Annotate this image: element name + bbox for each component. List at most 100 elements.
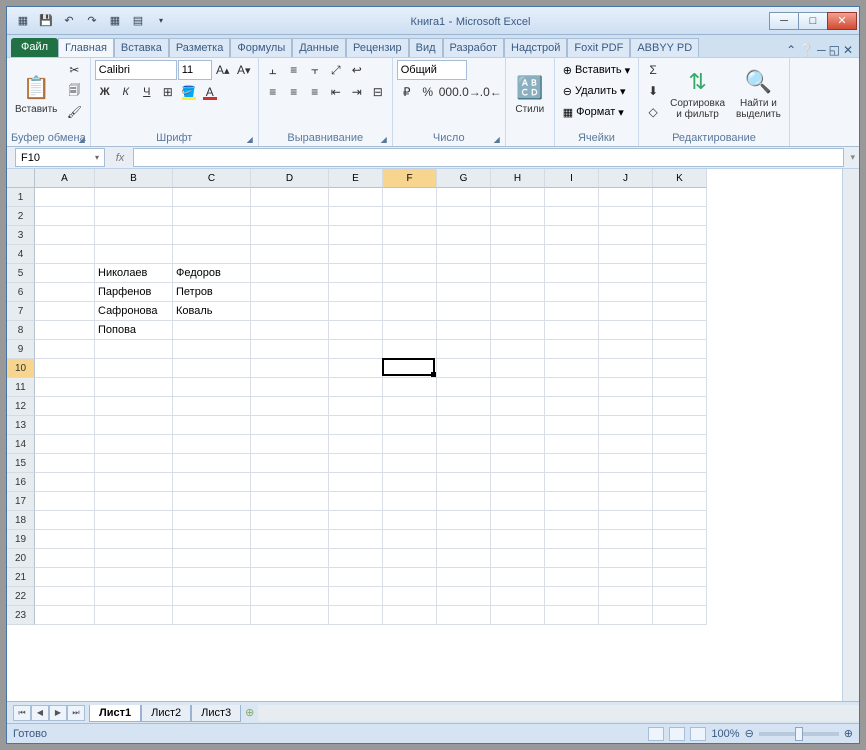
cell[interactable] [545,454,599,473]
cell[interactable] [653,378,707,397]
cell[interactable] [329,264,383,283]
cell[interactable] [599,302,653,321]
paste-button[interactable]: 📋 Вставить [11,60,61,126]
cell[interactable] [35,207,95,226]
cell[interactable] [545,606,599,625]
cell[interactable] [599,264,653,283]
cell[interactable] [653,321,707,340]
align-bottom-button[interactable]: ⫟ [305,60,325,80]
cell[interactable] [35,226,95,245]
cell[interactable] [251,435,329,454]
cell[interactable] [599,340,653,359]
cell[interactable] [383,416,437,435]
cell[interactable] [437,302,491,321]
cell[interactable] [95,549,173,568]
cell[interactable] [251,511,329,530]
cell[interactable] [383,207,437,226]
cell[interactable]: Николаев [95,264,173,283]
cell[interactable] [491,454,545,473]
row-header[interactable]: 19 [7,530,35,549]
cell[interactable] [437,359,491,378]
cell[interactable]: Петров [173,283,251,302]
launcher-icon[interactable]: ◢ [79,135,85,144]
cell[interactable] [329,397,383,416]
expand-formula-bar-icon[interactable]: ▾ [850,152,855,163]
cell[interactable] [437,587,491,606]
cell[interactable] [329,549,383,568]
cell[interactable] [599,416,653,435]
cell[interactable] [653,302,707,321]
cell[interactable] [491,587,545,606]
cell[interactable] [653,283,707,302]
sheet-nav-prev[interactable]: ◀ [31,705,49,721]
cell[interactable] [173,473,251,492]
cell[interactable] [251,321,329,340]
doc-restore-icon[interactable]: ◱ [829,43,840,57]
cell[interactable] [383,264,437,283]
cell[interactable] [95,359,173,378]
cell[interactable] [383,454,437,473]
cell[interactable] [599,587,653,606]
cell[interactable] [653,549,707,568]
cell[interactable] [173,587,251,606]
cell[interactable] [545,397,599,416]
row-header[interactable]: 15 [7,454,35,473]
align-left-button[interactable]: ≡ [263,82,283,102]
cell[interactable] [35,435,95,454]
orientation-button[interactable]: ⤢ [326,60,346,80]
cell[interactable] [599,245,653,264]
cell[interactable] [653,473,707,492]
cell[interactable]: Федоров [173,264,251,283]
cell[interactable]: Парфенов [95,283,173,302]
cell[interactable] [653,245,707,264]
cell[interactable] [599,568,653,587]
cell[interactable] [653,340,707,359]
cell[interactable] [329,340,383,359]
cut-button[interactable]: ✂ [64,60,84,80]
cell[interactable] [95,606,173,625]
cell[interactable] [545,188,599,207]
cell[interactable] [545,416,599,435]
cell[interactable] [251,245,329,264]
align-center-button[interactable]: ≡ [284,82,304,102]
cell[interactable] [251,378,329,397]
cell[interactable] [95,245,173,264]
column-header[interactable]: H [491,169,545,188]
cell[interactable] [545,302,599,321]
cell[interactable] [173,435,251,454]
qat-extra1-icon[interactable]: ▦ [105,11,125,31]
cell[interactable] [329,587,383,606]
cell[interactable] [437,606,491,625]
select-all-corner[interactable] [7,169,35,188]
tab-formulas[interactable]: Формулы [230,38,292,57]
cell[interactable] [383,321,437,340]
cell[interactable] [251,397,329,416]
cell[interactable] [437,397,491,416]
sheet-tab[interactable]: Лист1 [89,705,141,722]
column-header[interactable]: D [251,169,329,188]
column-header[interactable]: F [383,169,437,188]
cell[interactable] [653,226,707,245]
cell[interactable] [653,492,707,511]
cell[interactable] [437,283,491,302]
increase-decimal-button[interactable]: .0→ [460,82,480,102]
normal-view-button[interactable] [648,727,664,741]
cell[interactable] [437,549,491,568]
row-header[interactable]: 20 [7,549,35,568]
cell[interactable] [173,454,251,473]
cell[interactable] [653,188,707,207]
cell[interactable] [173,530,251,549]
tab-insert[interactable]: Вставка [114,38,169,57]
number-format-combo[interactable]: Общий [397,60,467,80]
cell[interactable] [173,321,251,340]
row-header[interactable]: 11 [7,378,35,397]
cell[interactable] [491,378,545,397]
align-top-button[interactable]: ⫠ [263,60,283,80]
cell[interactable] [173,397,251,416]
font-size-combo[interactable]: 11 [178,60,212,80]
cell[interactable] [329,568,383,587]
cell[interactable] [95,188,173,207]
border-button[interactable]: ⊞ [158,82,178,102]
maximize-button[interactable]: □ [798,12,828,30]
cell[interactable] [599,378,653,397]
